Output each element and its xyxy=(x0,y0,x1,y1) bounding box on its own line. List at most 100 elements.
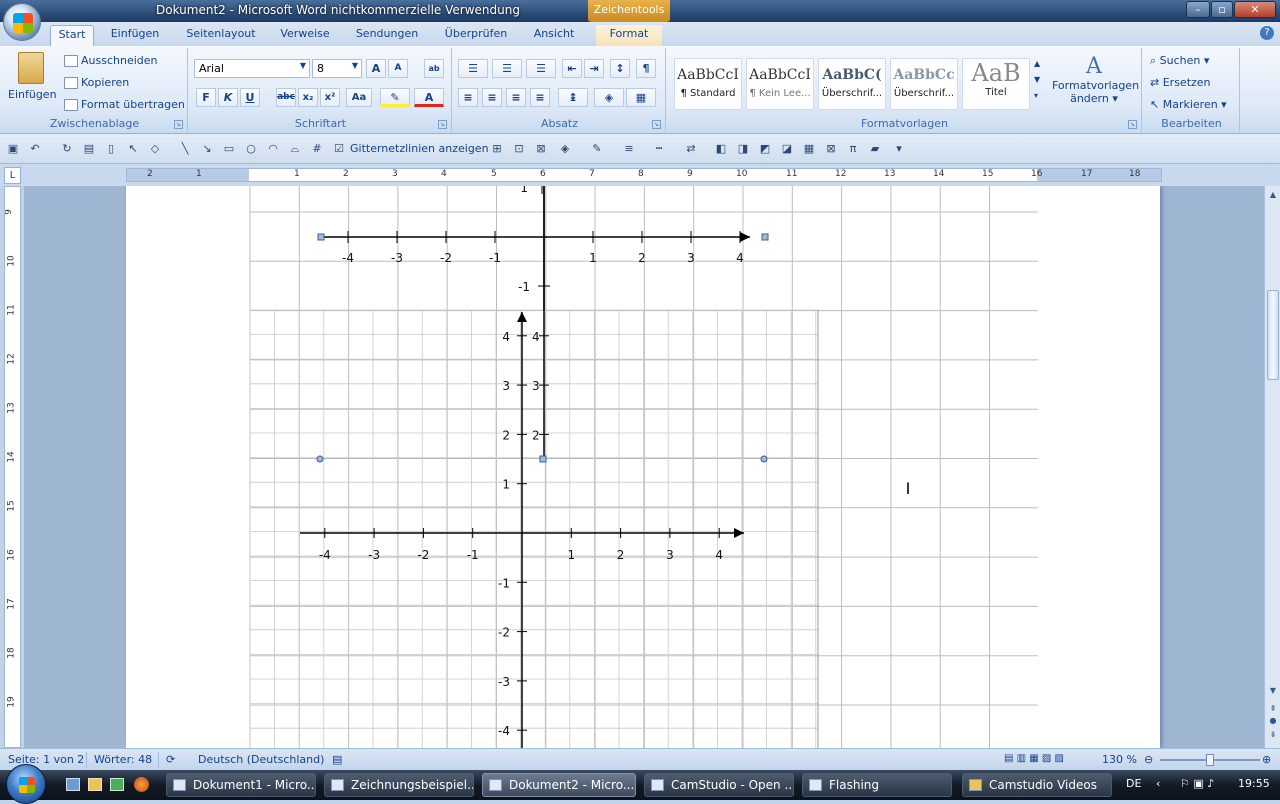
bring-forward-icon[interactable]: ◨ xyxy=(736,142,750,156)
view-buttons[interactable]: ▤ ▥ ▦ ▧ ▨ xyxy=(1004,753,1064,764)
oval-icon[interactable]: ○ xyxy=(244,142,258,156)
replace-button[interactable]: ⇄ Ersetzen xyxy=(1150,76,1211,89)
horizontal-ruler[interactable]: 2 1 1 2 3 4 5 6 7 8 9 10 11 12 13 14 15 16 17 18 xyxy=(126,168,1162,182)
clipboard-launcher-icon[interactable]: ↘ xyxy=(174,120,183,129)
input-language[interactable]: DE xyxy=(1126,777,1141,790)
select-button[interactable]: ↖ Markieren ▾ xyxy=(1150,98,1227,111)
line-color-icon[interactable]: ✎ xyxy=(590,142,604,156)
subscript-button[interactable]: x₂ xyxy=(298,88,318,107)
style-title[interactable]: AaB Titel xyxy=(962,58,1030,110)
align-right-button[interactable]: ≡ xyxy=(506,88,526,107)
drawing-canvas[interactable]: -4 -3 -2 -1 1 2 3 4 -1 1 -4 -3 -2 -1 1 2 3 4 4 3 2 1 -1 -2 -3 -4 2… xyxy=(126,186,1160,748)
customize-toolbar-icon[interactable]: ▾ xyxy=(892,142,906,156)
style-heading-2[interactable]: AaBbCc Überschrif... xyxy=(890,58,958,110)
paste-button[interactable]: Einfügen xyxy=(8,52,57,101)
print-preview-icon[interactable]: ▤ xyxy=(82,142,96,156)
copy-button[interactable]: Kopieren xyxy=(64,76,129,89)
macro-record-icon[interactable]: ▤ xyxy=(332,753,342,766)
grow-font-button[interactable]: A xyxy=(366,59,386,78)
format-painter-button[interactable]: Format übertragen xyxy=(64,98,185,111)
font-color-button[interactable]: A xyxy=(414,88,444,107)
font-name-combo[interactable]: Arial ▼ xyxy=(194,59,310,78)
clear-format-button[interactable]: ab xyxy=(424,59,444,78)
font-launcher-icon[interactable]: ↘ xyxy=(438,120,447,129)
bullets-button[interactable]: ☰ xyxy=(458,59,488,78)
align-left-button[interactable]: ≡ xyxy=(458,88,478,107)
italic-button[interactable]: K xyxy=(218,88,238,107)
clock[interactable]: 19:55 xyxy=(1238,777,1270,790)
tab-einfuegen[interactable]: Einfügen xyxy=(104,25,166,46)
gridlines-checkbox[interactable]: ☑ xyxy=(332,142,346,156)
highlight-button[interactable]: ✎ xyxy=(380,88,410,107)
underline-button[interactable]: U xyxy=(240,88,260,107)
line-icon[interactable]: ╲ xyxy=(178,142,192,156)
arrow-style-icon[interactable]: ⇄ xyxy=(684,142,698,156)
tab-verweise[interactable]: Verweise xyxy=(274,25,336,46)
ungroup-icon[interactable]: ⊠ xyxy=(534,142,548,156)
style-standard[interactable]: AaBbCcI ¶ Standard xyxy=(674,58,742,110)
explorer-icon[interactable] xyxy=(88,778,102,791)
wrap-text-icon[interactable]: ◪ xyxy=(780,142,794,156)
grid-icon[interactable]: # xyxy=(310,142,324,156)
paragraph-launcher-icon[interactable]: ↘ xyxy=(652,120,661,129)
group-icon[interactable]: ⊡ xyxy=(512,142,526,156)
scroll-down-icon[interactable]: ▼ xyxy=(1267,686,1279,697)
strikethrough-button[interactable]: abc xyxy=(276,88,296,107)
shadow-icon[interactable]: ◧ xyxy=(714,142,728,156)
proofing-icon[interactable]: ⟳ xyxy=(166,753,175,766)
change-styles-button[interactable]: A Formatvorlagen ändern ▾ xyxy=(1052,54,1139,105)
fill-color-icon[interactable]: ◈ xyxy=(558,142,572,156)
taskbar-item-dokument1[interactable]: Dokument1 - Micro... xyxy=(166,773,316,797)
close-button[interactable]: ✕ xyxy=(1234,1,1276,18)
cut-button[interactable]: Ausschneiden xyxy=(64,54,158,67)
arrow-icon[interactable]: ↘ xyxy=(200,142,214,156)
undo-icon[interactable]: ↶ xyxy=(28,142,42,156)
font-size-combo[interactable]: 8 ▼ xyxy=(312,59,362,78)
line-spacing-button[interactable]: ↨ xyxy=(558,88,588,107)
next-page-icon[interactable]: ⇟ xyxy=(1267,730,1279,741)
taskbar-item-flashing[interactable]: Flashing xyxy=(802,773,952,797)
bold-button[interactable]: F xyxy=(196,88,216,107)
tab-ansicht[interactable]: Ansicht xyxy=(526,25,582,46)
save-icon[interactable]: ▣ xyxy=(6,142,20,156)
new-document-icon[interactable]: ▯ xyxy=(104,142,118,156)
redo-icon[interactable]: ↻ xyxy=(60,142,74,156)
sort-button[interactable]: ↕ xyxy=(610,59,630,78)
select-objects-icon[interactable]: ↖ xyxy=(126,142,140,156)
delete-icon[interactable]: ⊠ xyxy=(824,142,838,156)
help-icon[interactable]: ? xyxy=(1260,26,1274,40)
tab-sendungen[interactable]: Sendungen xyxy=(350,25,424,46)
tray-expand-icon[interactable]: ‹ xyxy=(1156,777,1160,790)
word-count[interactable]: Wörter: 48 xyxy=(94,753,152,766)
taskbar-item-camstudio[interactable]: CamStudio - Open ... xyxy=(644,773,794,797)
vertical-scrollbar[interactable]: ▲ ▼ ⇞ ● ⇟ xyxy=(1264,186,1280,748)
numbering-button[interactable]: ☰ xyxy=(492,59,522,78)
autoshapes-icon[interactable]: ◇ xyxy=(148,142,162,156)
style-kein-leerraum[interactable]: AaBbCcI ¶ Kein Lee... xyxy=(746,58,814,110)
scroll-thumb[interactable] xyxy=(1267,290,1279,380)
start-button[interactable] xyxy=(6,764,46,804)
zoom-out-icon[interactable]: ⊖ xyxy=(1144,753,1153,766)
tab-start[interactable]: Start xyxy=(50,25,94,46)
vertical-ruler[interactable]: 9 10 11 12 13 14 15 16 17 18 19 xyxy=(4,186,21,748)
find-button[interactable]: ⌕ Suchen ▾ xyxy=(1150,54,1209,68)
shading-button[interactable]: ◈ xyxy=(594,88,624,107)
tab-format[interactable]: Format xyxy=(596,25,662,46)
dash-style-icon[interactable]: ┅ xyxy=(652,142,666,156)
send-backward-icon[interactable]: ◩ xyxy=(758,142,772,156)
minimize-button[interactable]: – xyxy=(1186,1,1210,18)
previous-page-icon[interactable]: ⇞ xyxy=(1267,704,1279,715)
increase-indent-button[interactable]: ⇥ xyxy=(584,59,604,78)
tray-icons[interactable]: ⚐ ▣ ♪ xyxy=(1180,777,1214,790)
equation-icon[interactable]: π xyxy=(846,142,860,156)
folder-icon[interactable]: ▰ xyxy=(868,142,882,156)
page[interactable]: -4 -3 -2 -1 1 2 3 4 -1 1 -4 -3 -2 -1 1 2 3 4 4 3 2 1 -1 -2 -3 -4 2… xyxy=(126,186,1160,748)
multilevel-button[interactable]: ☰ xyxy=(526,59,556,78)
firefox-icon[interactable] xyxy=(134,777,149,792)
taskbar-item-dokument2[interactable]: Dokument2 - Micro... xyxy=(482,773,636,797)
freeform-icon[interactable]: ⌓ xyxy=(288,142,302,156)
zoom-slider-thumb[interactable] xyxy=(1206,754,1214,766)
rectangle-icon[interactable]: ▭ xyxy=(222,142,236,156)
taskbar-item-camstudio-videos[interactable]: Camstudio Videos xyxy=(962,773,1112,797)
justify-button[interactable]: ≡ xyxy=(530,88,550,107)
